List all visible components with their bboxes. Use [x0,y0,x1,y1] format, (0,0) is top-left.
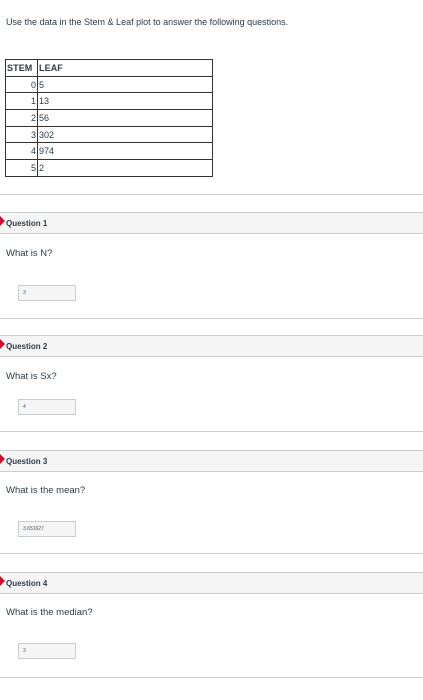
stem-leaf-table: STEM LEAF 0 5 1 13 2 56 3 302 4 974 5 2 [5,59,213,177]
stem-cell: 3 [5,125,38,144]
flag-icon[interactable] [0,454,5,464]
instructions-text: Use the data in the Stem & Leaf plot to … [6,17,289,27]
divider [0,431,423,432]
question-4-answer-input[interactable]: 3 [18,643,76,659]
question-2-answer-input[interactable]: 4 [18,399,76,415]
stem-cell: 2 [5,109,38,127]
divider [0,553,423,554]
table-header-row: STEM LEAF [5,59,213,77]
flag-icon[interactable] [0,216,5,226]
leaf-cell: 974 [37,142,213,161]
question-2-header: Question 2 [0,335,423,357]
table-row: 1 13 [5,92,213,111]
leaf-cell: 302 [37,125,213,144]
question-4-title: Question 4 [6,579,48,588]
question-1-header: Question 1 [0,212,423,234]
question-3-answer-input[interactable]: 3.651627 [18,521,76,537]
question-2-prompt: What is Sx? [6,371,57,382]
leaf-header: LEAF [37,59,213,77]
question-3-header: Question 3 [0,450,423,472]
leaf-cell: 5 [37,75,213,94]
question-2-title: Question 2 [6,342,48,351]
table-row: 3 302 [5,125,213,144]
question-3-prompt: What is the mean? [6,485,86,496]
divider [0,318,423,319]
flag-icon[interactable] [0,339,5,349]
stem-cell: 1 [5,92,38,111]
divider [0,194,423,195]
leaf-cell: 56 [37,109,213,127]
flag-icon[interactable] [0,576,5,586]
question-1-prompt: What is N? [6,248,53,259]
divider [0,677,423,678]
question-3-title: Question 3 [6,457,48,466]
stem-cell: 0 [5,75,38,94]
table-row: 5 2 [5,159,213,177]
stem-header: STEM [5,59,38,77]
stem-cell: 5 [5,159,38,177]
stem-cell: 4 [5,142,38,161]
question-1-title: Question 1 [6,219,48,228]
question-4-prompt: What is the median? [6,607,93,618]
table-row: 2 56 [5,109,213,127]
question-4-header: Question 4 [0,572,423,594]
question-1-answer-input[interactable]: 3 [18,285,76,301]
table-row: 0 5 [5,75,213,94]
table-row: 4 974 [5,142,213,161]
leaf-cell: 13 [37,92,213,111]
leaf-cell: 2 [37,159,213,177]
